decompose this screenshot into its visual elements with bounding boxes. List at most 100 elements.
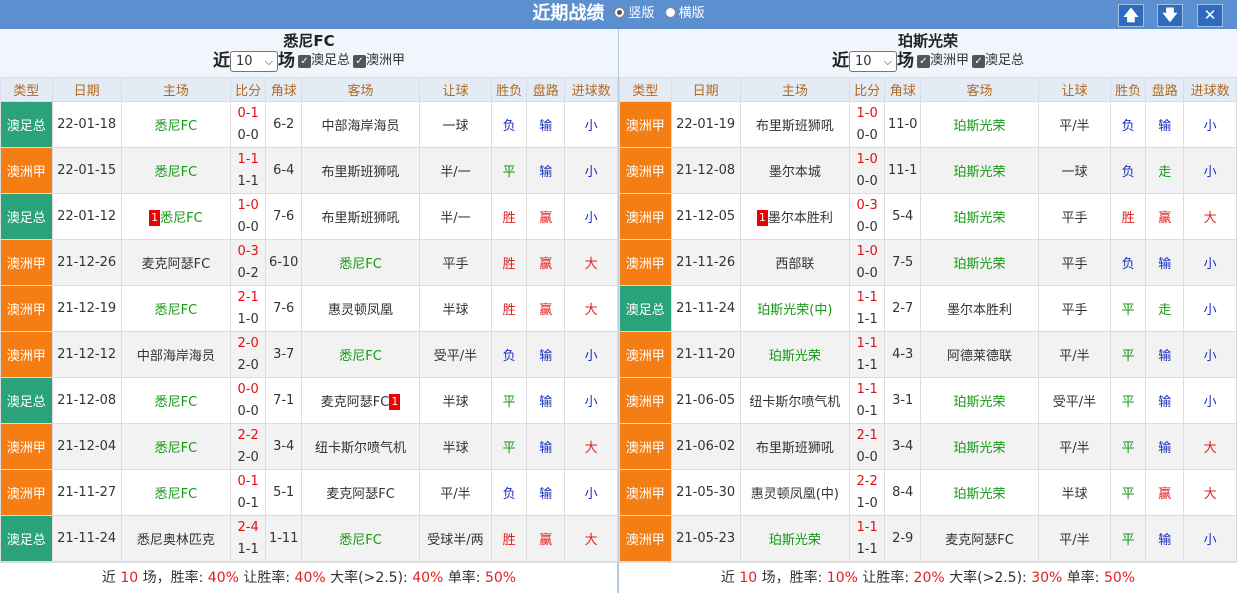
away-team-name[interactable]: 麦克阿瑟FC bbox=[945, 533, 1014, 548]
score-cell[interactable]: 2-0 2-0 bbox=[230, 331, 267, 378]
home-team-name[interactable]: 麦克阿瑟FC bbox=[142, 257, 211, 272]
league-cell[interactable]: 澳洲甲 bbox=[619, 515, 672, 562]
away-team-cell[interactable]: 墨尔本胜利 bbox=[920, 285, 1039, 332]
league-filter-label[interactable]: 澳足总 bbox=[311, 53, 350, 68]
column-header[interactable]: 主场 bbox=[739, 77, 851, 102]
column-header[interactable]: 客场 bbox=[301, 77, 420, 102]
league-cell[interactable]: 澳洲甲 bbox=[0, 469, 53, 516]
score-cell[interactable]: 0-0 0-0 bbox=[230, 377, 267, 424]
league-filter-label[interactable]: 澳洲甲 bbox=[930, 53, 969, 68]
home-team-cell[interactable]: 悉尼FC bbox=[120, 469, 232, 516]
home-team-name[interactable]: 布里斯班狮吼 bbox=[756, 441, 834, 456]
home-team-name[interactable]: 悉尼FC bbox=[155, 441, 198, 456]
home-team-name[interactable]: 墨尔本胜利 bbox=[768, 211, 833, 226]
away-team-name[interactable]: 悉尼FC bbox=[339, 349, 382, 364]
away-team-cell[interactable]: 中部海岸海员 bbox=[301, 101, 420, 148]
column-header[interactable]: 盘路 bbox=[526, 77, 566, 102]
table-row[interactable]: 澳足总 21-11-24 悉尼奥林匹克 2-4 1-1 1-11 悉尼FC 受球半/两胜赢大 bbox=[0, 515, 618, 562]
column-header[interactable]: 主场 bbox=[120, 77, 232, 102]
home-team-name[interactable]: 珀斯光荣(中) bbox=[757, 303, 832, 318]
league-cell[interactable]: 澳足总 bbox=[0, 377, 53, 424]
table-row[interactable]: 澳洲甲 21-12-05 1 墨尔本胜利 0-3 0-0 5-4 珀斯光荣 平手胜赢大 bbox=[619, 193, 1237, 240]
away-team-name[interactable]: 珀斯光荣 bbox=[954, 257, 1006, 272]
score-cell[interactable]: 1-1 1-1 bbox=[849, 515, 886, 562]
column-header[interactable]: 进球数 bbox=[1183, 77, 1237, 102]
table-row[interactable]: 澳足总 21-11-24 珀斯光荣(中) 1-1 1-1 2-7 墨尔本胜利 平手平走小 bbox=[619, 285, 1237, 332]
match-count-select[interactable]: 10 ⌵ bbox=[848, 50, 897, 72]
league-cell[interactable]: 澳足总 bbox=[0, 101, 53, 148]
away-team-name[interactable]: 中部海岸海员 bbox=[322, 119, 400, 134]
match-count-select[interactable]: 10 ⌵ bbox=[229, 50, 278, 72]
home-team-cell[interactable]: 布里斯班狮吼 bbox=[739, 101, 851, 148]
away-team-cell[interactable]: 珀斯光荣 bbox=[920, 469, 1039, 516]
layout-radio-vertical[interactable] bbox=[614, 7, 626, 18]
score-cell[interactable]: 1-0 0-0 bbox=[230, 193, 267, 240]
league-cell[interactable]: 澳洲甲 bbox=[0, 285, 53, 332]
score-cell[interactable]: 0-3 0-0 bbox=[849, 193, 886, 240]
table-row[interactable]: 澳洲甲 21-11-20 珀斯光荣 1-1 1-1 4-3 阿德莱德联 平/半平输小 bbox=[619, 331, 1237, 378]
home-team-cell[interactable]: 1 悉尼FC bbox=[120, 193, 232, 240]
full-time-score[interactable]: 0-3 bbox=[232, 241, 265, 263]
home-team-name[interactable]: 悉尼奥林匹克 bbox=[137, 533, 215, 548]
away-team-name[interactable]: 珀斯光荣 bbox=[954, 395, 1006, 410]
home-team-name[interactable]: 布里斯班狮吼 bbox=[756, 119, 834, 134]
column-header[interactable]: 让球 bbox=[1037, 77, 1112, 102]
away-team-name[interactable]: 珀斯光荣 bbox=[954, 441, 1006, 456]
home-team-name[interactable]: 中部海岸海员 bbox=[137, 349, 215, 364]
away-team-name[interactable]: 悉尼FC bbox=[339, 533, 382, 548]
column-header[interactable]: 日期 bbox=[51, 77, 122, 102]
score-cell[interactable]: 0-1 0-0 bbox=[230, 101, 267, 148]
away-team-cell[interactable]: 珀斯光荣 bbox=[920, 377, 1039, 424]
league-filter-checkbox[interactable]: ✓ bbox=[972, 54, 985, 68]
full-time-score[interactable]: 1-1 bbox=[851, 333, 884, 355]
full-time-score[interactable]: 0-1 bbox=[232, 471, 265, 493]
table-row[interactable]: 澳洲甲 21-05-23 珀斯光荣 1-1 1-1 2-9 麦克阿瑟FC 平/半平输小 bbox=[619, 515, 1237, 562]
full-time-score[interactable]: 1-0 bbox=[851, 149, 884, 171]
home-team-cell[interactable]: 悉尼FC bbox=[120, 285, 232, 332]
full-time-score[interactable]: 1-1 bbox=[851, 517, 884, 539]
away-team-name[interactable]: 惠灵顿凤凰 bbox=[328, 303, 393, 318]
home-team-name[interactable]: 悉尼FC bbox=[155, 395, 198, 410]
home-team-cell[interactable]: 中部海岸海员 bbox=[120, 331, 232, 378]
league-cell[interactable]: 澳洲甲 bbox=[619, 147, 672, 194]
score-cell[interactable]: 1-1 1-1 bbox=[849, 331, 886, 378]
full-time-score[interactable]: 2-2 bbox=[232, 425, 265, 447]
league-filter-label[interactable]: 澳洲甲 bbox=[366, 53, 405, 68]
score-cell[interactable]: 1-0 0-0 bbox=[849, 101, 886, 148]
home-team-name[interactable]: 纽卡斯尔喷气机 bbox=[749, 395, 840, 410]
away-team-name[interactable]: 麦克阿瑟FC bbox=[326, 487, 395, 502]
column-header[interactable]: 进球数 bbox=[564, 77, 618, 102]
home-team-cell[interactable]: 悉尼FC bbox=[120, 423, 232, 470]
table-row[interactable]: 澳洲甲 21-06-05 纽卡斯尔喷气机 1-1 0-1 3-1 珀斯光荣 受平/半平输小 bbox=[619, 377, 1237, 424]
league-cell[interactable]: 澳足总 bbox=[0, 193, 53, 240]
home-team-name[interactable]: 悉尼FC bbox=[160, 211, 203, 226]
score-cell[interactable]: 2-2 2-0 bbox=[230, 423, 267, 470]
score-cell[interactable]: 1-1 1-1 bbox=[230, 147, 267, 194]
score-cell[interactable]: 1-1 0-1 bbox=[849, 377, 886, 424]
full-time-score[interactable]: 2-0 bbox=[232, 333, 265, 355]
away-team-cell[interactable]: 悉尼FC bbox=[301, 331, 420, 378]
league-filter-checkbox[interactable]: ✓ bbox=[353, 54, 366, 68]
home-team-name[interactable]: 悉尼FC bbox=[155, 165, 198, 180]
league-cell[interactable]: 澳洲甲 bbox=[619, 331, 672, 378]
home-team-cell[interactable]: 1 墨尔本胜利 bbox=[739, 193, 851, 240]
away-team-cell[interactable]: 麦克阿瑟FC bbox=[301, 469, 420, 516]
score-cell[interactable]: 1-0 0-0 bbox=[849, 147, 886, 194]
league-cell[interactable]: 澳洲甲 bbox=[0, 331, 53, 378]
home-team-name[interactable]: 悉尼FC bbox=[155, 487, 198, 502]
home-team-cell[interactable]: 悉尼FC bbox=[120, 377, 232, 424]
column-header[interactable]: 角球 bbox=[884, 77, 922, 102]
away-team-cell[interactable]: 惠灵顿凤凰 bbox=[301, 285, 420, 332]
score-cell[interactable]: 0-3 0-2 bbox=[230, 239, 267, 286]
away-team-cell[interactable]: 麦克阿瑟FC 1 bbox=[301, 377, 420, 424]
league-cell[interactable]: 澳洲甲 bbox=[619, 193, 672, 240]
away-team-cell[interactable]: 麦克阿瑟FC bbox=[920, 515, 1039, 562]
table-row[interactable]: 澳洲甲 21-05-30 惠灵顿凤凰(中) 2-2 1-0 8-4 珀斯光荣 半球平赢大 bbox=[619, 469, 1237, 516]
away-team-name[interactable]: 珀斯光荣 bbox=[954, 119, 1006, 134]
home-team-cell[interactable]: 惠灵顿凤凰(中) bbox=[739, 469, 851, 516]
league-filter-checkbox[interactable]: ✓ bbox=[297, 54, 311, 68]
home-team-cell[interactable]: 纽卡斯尔喷气机 bbox=[739, 377, 851, 424]
close-button[interactable]: ✕ bbox=[1197, 4, 1223, 27]
home-team-cell[interactable]: 墨尔本城 bbox=[739, 147, 851, 194]
table-row[interactable]: 澳洲甲 22-01-15 悉尼FC 1-1 1-1 6-4 布里斯班狮吼 半/一平输小 bbox=[0, 147, 618, 194]
